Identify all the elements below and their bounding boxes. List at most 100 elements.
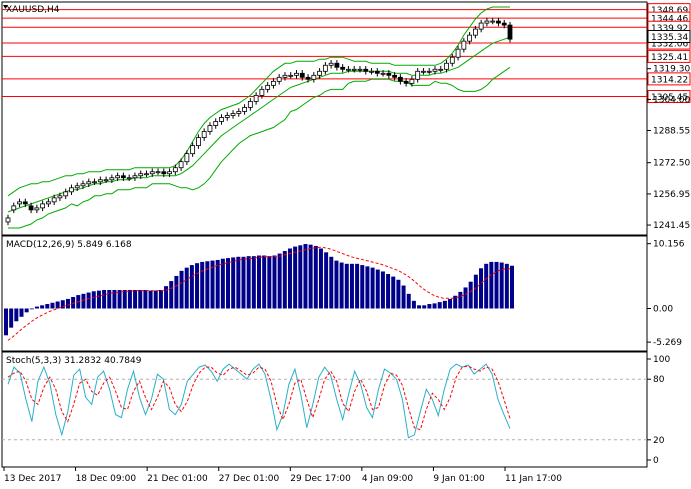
macd-bar bbox=[127, 289, 132, 309]
stoch-axis: 100 80 20 0 bbox=[647, 355, 670, 466]
macd-bar bbox=[277, 253, 282, 309]
macd-bar bbox=[287, 248, 292, 309]
candle-body bbox=[17, 201, 22, 205]
macd-bar bbox=[148, 290, 153, 309]
macd-bar bbox=[246, 256, 251, 309]
candle-body bbox=[34, 207, 40, 211]
candle-body bbox=[397, 76, 403, 82]
candle-body bbox=[444, 62, 449, 70]
candle-body bbox=[115, 175, 121, 179]
macd-bar bbox=[272, 255, 277, 309]
macd-bar bbox=[4, 308, 8, 336]
stoch-axis-tick-label: 20 bbox=[653, 436, 665, 446]
macd-bar bbox=[448, 298, 453, 309]
candle-body bbox=[328, 62, 334, 66]
macd-bar bbox=[189, 265, 194, 309]
candle-body bbox=[11, 205, 17, 211]
candle-body bbox=[432, 68, 438, 72]
macd-bar bbox=[24, 308, 29, 313]
macd-bar bbox=[14, 308, 19, 322]
candle-body bbox=[103, 179, 109, 182]
candle-body bbox=[247, 101, 253, 108]
candle-body bbox=[317, 70, 322, 76]
candle-body bbox=[22, 201, 28, 205]
stoch-pane-frame bbox=[1, 351, 648, 468]
candle-body bbox=[346, 68, 351, 71]
time-axis-label: 4 Jan 09:00 bbox=[362, 474, 414, 484]
candle-body bbox=[386, 72, 392, 76]
macd-bar bbox=[45, 304, 50, 309]
macd-bar bbox=[158, 289, 163, 309]
candle-body bbox=[369, 70, 374, 73]
candle-body bbox=[126, 177, 132, 180]
candle-body bbox=[178, 161, 184, 169]
candle-body bbox=[172, 167, 178, 173]
candle-body bbox=[305, 76, 311, 80]
candle-body bbox=[438, 68, 444, 71]
candle-body bbox=[507, 24, 513, 40]
candle-body bbox=[374, 70, 380, 74]
candle-body bbox=[63, 191, 69, 197]
macd-bar bbox=[231, 257, 236, 309]
macd-bar bbox=[401, 285, 406, 309]
candle-body bbox=[484, 20, 490, 24]
candle-body bbox=[230, 113, 236, 116]
candle-body bbox=[322, 64, 328, 72]
candle-body bbox=[109, 177, 115, 181]
macd-bar bbox=[267, 256, 272, 309]
stoch-signal-line bbox=[7, 365, 511, 431]
current-price-label: 1335.34 bbox=[651, 33, 688, 43]
candle-body bbox=[196, 137, 201, 147]
candle-body bbox=[219, 117, 224, 122]
candle-body bbox=[311, 74, 317, 80]
price-axis-tick-label: 1288.55 bbox=[653, 126, 690, 136]
macd-bar bbox=[432, 303, 437, 309]
macd-bar bbox=[406, 293, 411, 309]
macd-axis: 10.156 0.00 -5.269 bbox=[647, 240, 685, 348]
candle-body bbox=[224, 115, 230, 118]
candle-body bbox=[265, 84, 271, 90]
macd-label: MACD(12,26,9) 5.849 6.168 bbox=[6, 240, 132, 250]
candle-body bbox=[363, 68, 369, 72]
candle-body bbox=[392, 74, 397, 78]
price-axis-tick-label: 1319.30 bbox=[653, 65, 690, 75]
macd-bar bbox=[117, 289, 122, 309]
macd-bar bbox=[386, 274, 391, 309]
macd-bar bbox=[50, 302, 55, 309]
macd-bar bbox=[102, 289, 107, 309]
candle-body bbox=[253, 95, 259, 102]
macd-bar bbox=[86, 292, 91, 309]
macd-bar bbox=[200, 261, 205, 309]
time-axis-label: 13 Dec 2017 bbox=[4, 474, 62, 484]
macd-bar bbox=[427, 304, 432, 309]
macd-bar bbox=[417, 305, 422, 309]
macd-bar bbox=[458, 291, 463, 309]
price-level-tag-label: 1325.41 bbox=[651, 53, 688, 63]
price-axis-tick-label: 1256.95 bbox=[653, 190, 690, 200]
candle-body bbox=[121, 175, 126, 179]
candle-body bbox=[282, 74, 288, 78]
candle-body bbox=[294, 72, 299, 76]
chart-svg: 1348.691344.461339.921332.061325.411314.… bbox=[1, 1, 691, 484]
macd-bar bbox=[479, 268, 484, 309]
candle-body bbox=[334, 62, 340, 68]
candle-body bbox=[455, 48, 461, 58]
stoch-main-line bbox=[7, 363, 511, 439]
symbol-label: XAUUSD,H4 bbox=[6, 5, 60, 15]
macd-bar bbox=[324, 252, 329, 309]
macd-bar bbox=[19, 308, 24, 317]
macd-bar bbox=[339, 262, 344, 309]
macd-bar bbox=[473, 274, 478, 309]
candle-body bbox=[69, 187, 74, 193]
macd-bar bbox=[251, 256, 256, 309]
macd-bar bbox=[65, 298, 70, 309]
macd-bar bbox=[262, 255, 267, 309]
trading-chart[interactable]: 1348.69 1344.46 1339.92 1332.06 1325.41 1314.… bbox=[0, 0, 691, 485]
macd-axis-tick-label: 0.00 bbox=[653, 305, 673, 315]
candle-body bbox=[242, 107, 247, 112]
macd-bar bbox=[375, 269, 380, 309]
candle-body bbox=[45, 201, 51, 205]
macd-bar bbox=[236, 256, 241, 309]
macd-bar bbox=[96, 290, 101, 309]
macd-bar bbox=[195, 263, 200, 309]
